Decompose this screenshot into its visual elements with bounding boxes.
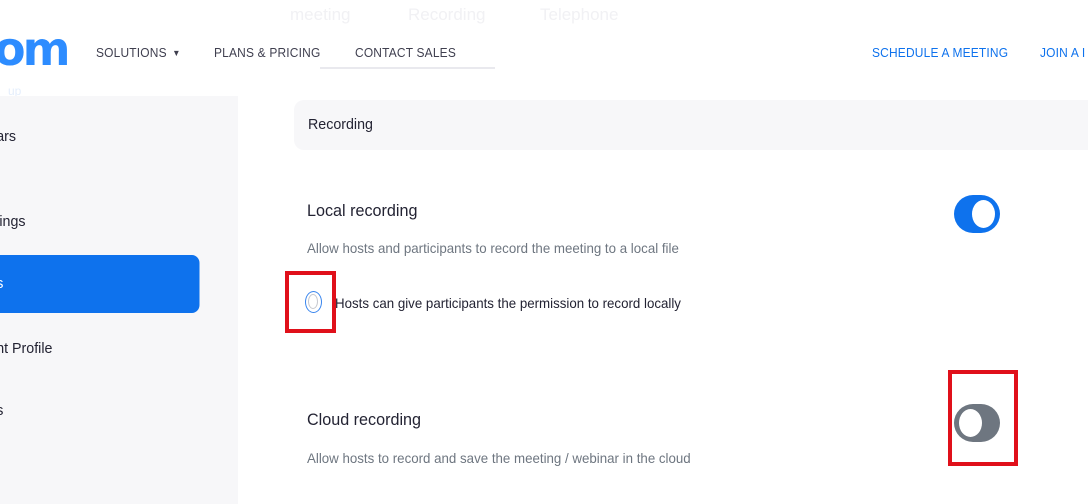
sidebar-item-webinars[interactable]: ars: [0, 108, 200, 166]
ghost-tab-meeting: meeting: [290, 5, 351, 24]
sidebar-item-recordings[interactable]: lings: [0, 193, 200, 251]
sidebar: ars lings s nt Profile s: [0, 96, 238, 504]
sidebar-item-label: lings: [0, 213, 26, 230]
ghost-tab-telephone: Telephone: [540, 5, 619, 24]
nav-solutions[interactable]: SOLUTIONS ▼: [96, 45, 181, 60]
local-recording-toggle[interactable]: [954, 195, 1000, 233]
nav-plans-pricing[interactable]: PLANS & PRICING: [214, 45, 320, 60]
chevron-down-icon: ▼: [172, 48, 181, 58]
sidebar-item-account-profile[interactable]: nt Profile: [0, 320, 200, 378]
sidebar-item-label: ars: [0, 128, 17, 145]
nav-schedule-meeting[interactable]: SCHEDULE A MEETING: [872, 45, 1008, 60]
cloud-recording-description: Allow hosts to record and save the meeti…: [307, 450, 691, 466]
cloud-recording-toggle[interactable]: [954, 404, 1000, 442]
local-recording-description: Allow hosts and participants to record t…: [307, 240, 679, 256]
nav-solutions-label: SOLUTIONS: [96, 45, 167, 60]
cloud-recording-title: Cloud recording: [307, 410, 422, 429]
sidebar-item-settings[interactable]: s: [0, 255, 200, 313]
local-recording-permission-label: Hosts can give participants the permissi…: [335, 295, 681, 311]
local-recording-permission-checkbox[interactable]: [305, 291, 322, 313]
sidebar-item-label: s: [0, 275, 3, 292]
nav-join-meeting[interactable]: JOIN A I: [1040, 45, 1085, 60]
toggle-knob: [959, 409, 982, 437]
sidebar-item-reports[interactable]: s: [0, 382, 200, 440]
nav-contact-sales[interactable]: CONTACT SALES: [355, 45, 456, 60]
sidebar-item-label: s: [0, 402, 3, 419]
local-recording-title: Local recording: [307, 201, 418, 220]
recording-section-header: Recording: [294, 100, 1088, 150]
nav-underline: [320, 67, 495, 69]
ghost-tab-recording: Recording: [408, 5, 486, 24]
toggle-knob: [972, 200, 995, 228]
section-title: Recording: [308, 116, 373, 133]
top-navigation: meeting Recording Telephone om SOLUTIONS…: [0, 0, 1088, 98]
zoom-logo[interactable]: om: [0, 26, 71, 72]
sidebar-item-label: nt Profile: [0, 340, 53, 357]
